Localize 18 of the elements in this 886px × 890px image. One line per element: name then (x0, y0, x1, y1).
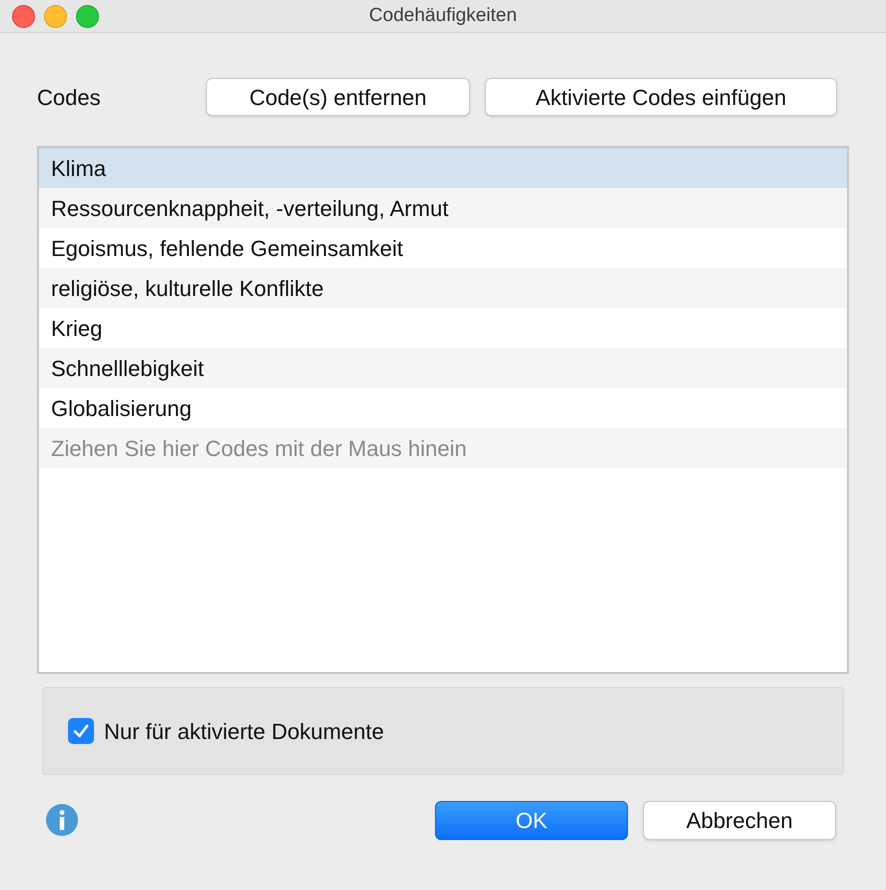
ok-button[interactable]: OK (435, 800, 628, 840)
code-item[interactable]: Ressourcenknappheit, -verteilung, Armut (39, 188, 847, 228)
code-item[interactable]: religiöse, kulturelle Konflikte (39, 268, 847, 308)
checkbox-label: Nur für aktivierte Dokumente (104, 718, 384, 746)
check-icon (72, 722, 90, 740)
close-icon[interactable] (12, 4, 35, 28)
toolbar-button[interactable]: Code(s) entfernen (206, 78, 470, 116)
info-icon[interactable] (45, 803, 79, 837)
code-item[interactable]: Klima (39, 148, 847, 188)
toolbar-button[interactable]: Aktivierte Codes einfügen (485, 78, 837, 116)
code-item[interactable]: Schnelllebigkeit (39, 348, 847, 388)
checkbox[interactable] (68, 718, 94, 744)
window-title: Codehäufigkeiten (369, 4, 517, 28)
minimize-icon[interactable] (44, 4, 67, 28)
cancel-button[interactable]: Abbrechen (643, 800, 836, 840)
zoom-icon[interactable] (76, 4, 99, 28)
codes-label: Codes (37, 84, 102, 112)
drop-hint: Ziehen Sie hier Codes mit der Maus hinein (51, 434, 467, 462)
